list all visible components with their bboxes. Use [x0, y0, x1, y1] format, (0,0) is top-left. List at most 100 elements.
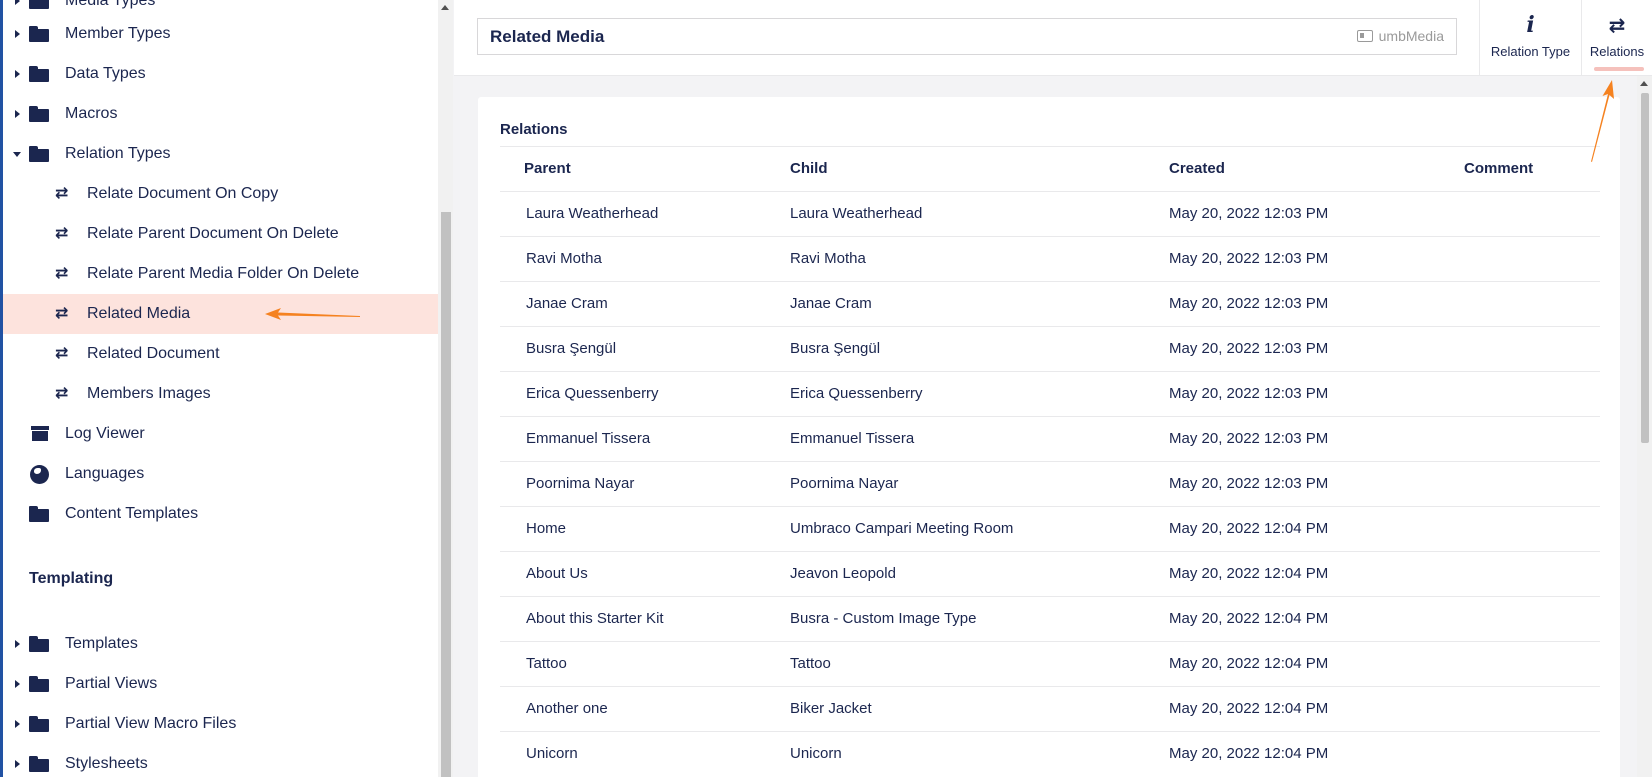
tree-item-content-templates[interactable]: Content Templates	[3, 494, 438, 534]
tree-item-macros[interactable]: Macros	[3, 94, 438, 134]
tree-item-stylesheets[interactable]: Stylesheets	[3, 744, 438, 777]
cell-created: May 20, 2022 12:04 PM	[1169, 700, 1329, 717]
table-row: Emmanuel Tissera Emmanuel Tissera May 20, …	[500, 416, 1600, 461]
cell-child: Janae Cram	[790, 295, 872, 312]
tree-item-label: Partial View Macro Files	[65, 715, 237, 732]
expand-caret-icon[interactable]	[15, 30, 20, 38]
relation-icon: ⇄	[55, 345, 69, 362]
tree-item-relation-types[interactable]: Relation Types	[3, 134, 438, 174]
tree-item-label: Related Document	[87, 345, 220, 362]
cell-created: May 20, 2022 12:03 PM	[1169, 385, 1329, 402]
folder-icon	[29, 676, 49, 692]
tree-item-label: Members Images	[87, 385, 211, 402]
relation-icon: ⇄	[55, 265, 69, 282]
cell-created: May 20, 2022 12:03 PM	[1169, 205, 1329, 222]
expand-caret-icon[interactable]	[15, 680, 20, 688]
tree-item-label: Related Media	[87, 305, 191, 322]
tree-item-languages[interactable]: Languages	[3, 454, 438, 494]
tree-item-label: Relate Document On Copy	[87, 185, 279, 202]
table-row: Unicorn Unicorn May 20, 2022 12:04 PM	[500, 731, 1600, 776]
tree-item-templates[interactable]: Templates	[3, 624, 438, 664]
cell-parent: Home	[526, 520, 567, 537]
id-card-icon	[1356, 30, 1373, 42]
column-header-parent: Parent	[524, 160, 571, 177]
cell-parent: Laura Weatherhead	[526, 205, 659, 222]
tree-item-member-types[interactable]: Member Types	[3, 14, 438, 54]
table-row: Poornima Nayar Poornima Nayar May 20, 2022…	[500, 461, 1600, 506]
tab-relation-type[interactable]: i Relation Type	[1479, 0, 1581, 76]
annotation-arrow-up-icon	[1591, 80, 1614, 162]
content-scrollbar-thumb[interactable]	[1641, 93, 1649, 443]
relation-icon: ⇄	[55, 225, 69, 242]
cell-child: Unicorn	[790, 745, 842, 762]
tree-item-relate-parent-media-folder-on-delete[interactable]: ⇄ Relate Parent Media Folder On Delete	[3, 254, 438, 294]
cell-created: May 20, 2022 12:03 PM	[1169, 475, 1329, 492]
folder-icon	[29, 636, 49, 652]
table-row: Ravi Motha Ravi Motha May 20, 2022 12:03 P…	[500, 236, 1600, 281]
expand-caret-icon[interactable]	[15, 110, 20, 118]
table-row: Laura Weatherhead Laura Weatherhead May 20…	[500, 191, 1600, 236]
alias-value: umbMedia	[1378, 28, 1444, 44]
tree-item-members-images[interactable]: ⇄ Members Images	[3, 374, 438, 414]
collapse-caret-icon[interactable]	[13, 152, 21, 157]
relation-icon: ⇄	[55, 385, 69, 402]
cell-child: Jeavon Leopold	[790, 565, 896, 582]
table-row: Another one Biker Jacket May 20, 2022 12:0…	[500, 686, 1600, 731]
tree-item-label: Log Viewer	[65, 425, 145, 442]
tree-item-relate-parent-document-on-delete[interactable]: ⇄ Relate Parent Document On Delete	[3, 214, 438, 254]
table-header-row: Parent Child Created Comment	[500, 146, 1600, 191]
tree-item-partial-views[interactable]: Partial Views	[3, 664, 438, 704]
expand-caret-icon[interactable]	[15, 70, 20, 78]
expand-caret-icon[interactable]	[15, 720, 20, 728]
column-header-comment: Comment	[1464, 160, 1534, 177]
tree-item-relate-document-on-copy[interactable]: ⇄ Relate Document On Copy	[3, 174, 438, 214]
cell-child: Ravi Motha	[790, 250, 866, 267]
cell-created: May 20, 2022 12:03 PM	[1169, 295, 1329, 312]
table-row: About Us Jeavon Leopold May 20, 2022 12:04…	[500, 551, 1600, 596]
table-row: Tattoo Tattoo May 20, 2022 12:04 PM	[500, 641, 1600, 686]
tree-item-related-document[interactable]: ⇄ Related Document	[3, 334, 438, 374]
table-row: Busra Şengül Busra Şengül May 20, 2022 12:…	[500, 326, 1600, 371]
relation-icon: ⇄	[55, 305, 69, 322]
relations-table: Parent Child Created Comment Laura Weath…	[500, 146, 1600, 776]
editor-header: Related Media umbMedia i Relation Type ⇄…	[454, 0, 1652, 76]
tree-item-label: Languages	[65, 465, 145, 482]
tab-relations[interactable]: ⇄ Relations	[1581, 0, 1652, 76]
folder-icon	[29, 716, 49, 732]
tree-scrollbar-thumb[interactable]	[441, 212, 451, 777]
folder-icon	[29, 66, 49, 82]
swap-icon: ⇄	[1608, 13, 1626, 37]
tree-item-log-viewer[interactable]: Log Viewer	[3, 414, 438, 454]
column-header-child: Child	[790, 160, 828, 177]
globe-icon	[30, 465, 49, 484]
annotation-arrow-left-icon	[265, 308, 360, 320]
name-input-value: Related Media	[490, 27, 605, 46]
section-heading-templating: Templating	[29, 570, 114, 587]
expand-caret-icon[interactable]	[15, 0, 20, 5]
scroll-up-arrow-icon[interactable]	[1640, 81, 1648, 86]
cell-parent: Tattoo	[526, 655, 567, 672]
tree-item-partial-view-macro-files[interactable]: Partial View Macro Files	[3, 704, 438, 744]
alias-field[interactable]: umbMedia	[1356, 28, 1444, 44]
scroll-up-arrow-icon[interactable]	[441, 5, 449, 10]
cell-created: May 20, 2022 12:04 PM	[1169, 565, 1329, 582]
cell-parent: Poornima Nayar	[526, 475, 635, 492]
cell-child: Erica Quessenberry	[790, 385, 923, 402]
name-input[interactable]: Related Media umbMedia	[477, 18, 1457, 55]
table-row: About this Starter Kit Busra - Custom Ima…	[500, 596, 1600, 641]
tree-item-data-types[interactable]: Data Types	[3, 54, 438, 94]
cell-created: May 20, 2022 12:03 PM	[1169, 340, 1329, 357]
tree-item-label: Media Types	[65, 0, 156, 9]
cell-parent: About this Starter Kit	[526, 610, 664, 627]
info-icon: i	[1526, 12, 1535, 38]
tree-item-related-media[interactable]: ⇄ Related Media	[3, 294, 438, 334]
cell-parent: Emmanuel Tissera	[526, 430, 651, 447]
tree-item-label: Relation Types	[65, 145, 171, 162]
expand-caret-icon[interactable]	[15, 640, 20, 648]
expand-caret-icon[interactable]	[15, 760, 20, 768]
archive-icon	[31, 426, 49, 442]
section-tree: Media Types Member Types Data Types Macr…	[0, 0, 438, 777]
cell-parent: Unicorn	[526, 745, 578, 762]
folder-icon	[29, 756, 49, 772]
folder-icon	[29, 146, 49, 162]
